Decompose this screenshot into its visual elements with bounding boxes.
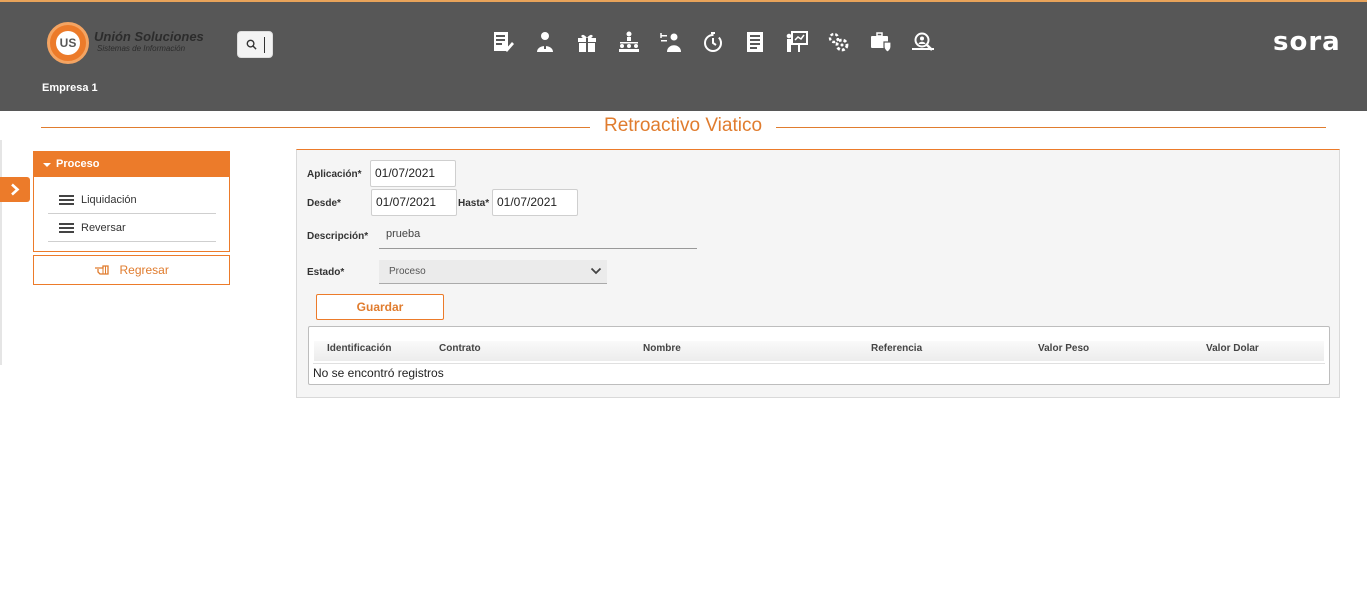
aplicacion-date-field[interactable]: 01/07/2021: [370, 160, 456, 187]
column-contrato[interactable]: Contrato: [439, 341, 481, 361]
estado-label: Estado*: [307, 267, 345, 278]
table-header: Identificación Contrato Nombre Referenci…: [314, 341, 1324, 361]
hasta-date-field[interactable]: 01/07/2021: [492, 189, 578, 216]
brand-logo: sora: [1273, 27, 1341, 57]
gift-icon[interactable]: [572, 28, 602, 56]
form-panel: Aplicación* 01/07/2021 Desde* 01/07/2021…: [296, 149, 1340, 398]
back-button-label: Regresar: [119, 263, 169, 277]
estado-select[interactable]: Proceso: [379, 260, 607, 284]
company-logo[interactable]: US Unión Soluciones Sistemas de Informac…: [47, 22, 207, 66]
pointing-hand-icon: [95, 265, 109, 275]
estado-selected-value: Proceso: [389, 266, 426, 277]
desde-date-field[interactable]: 01/07/2021: [371, 189, 457, 216]
column-nombre[interactable]: Nombre: [643, 341, 681, 361]
empty-table-message: No se encontró registros: [313, 363, 1325, 383]
page-title: Retroactivo Viatico: [603, 115, 763, 136]
hasta-label: Hasta*: [458, 198, 490, 209]
logo-subtitle: Sistemas de Información: [97, 44, 186, 53]
caret-down-icon: [43, 163, 51, 167]
list-icon: [59, 195, 74, 205]
column-valor-peso[interactable]: Valor Peso: [1038, 341, 1089, 361]
chevron-down-icon: [590, 267, 602, 275]
title-divider-left: [41, 127, 590, 128]
descripcion-field[interactable]: prueba: [379, 228, 697, 249]
list-icon: [59, 223, 74, 233]
desde-label: Desde*: [307, 198, 341, 209]
column-referencia[interactable]: Referencia: [871, 341, 922, 361]
org-chart-icon[interactable]: [614, 28, 644, 56]
menu-item-liquidacion[interactable]: Liquidación: [48, 186, 216, 214]
logo-title: Unión Soluciones: [94, 29, 204, 44]
process-menu: Proceso Liquidación Reversar: [33, 151, 230, 252]
top-bar: US Unión Soluciones Sistemas de Informac…: [0, 0, 1367, 111]
logo-badge: US: [47, 22, 89, 64]
document-list-icon[interactable]: [740, 28, 770, 56]
menu-item-label: Reversar: [81, 222, 126, 234]
menu-section-label: Proceso: [56, 158, 100, 170]
back-button[interactable]: Regresar: [33, 255, 230, 285]
company-name: Empresa 1: [42, 82, 98, 94]
menu-item-label: Liquidación: [81, 194, 137, 206]
timer-icon[interactable]: [698, 28, 728, 56]
results-table: Identificación Contrato Nombre Referenci…: [308, 326, 1330, 385]
person-switch-icon[interactable]: [656, 28, 686, 56]
sidebar-toggle-button[interactable]: [0, 177, 30, 202]
payroll-edit-icon[interactable]: [488, 28, 518, 56]
briefcase-shield-icon[interactable]: [866, 28, 896, 56]
descripcion-label: Descripción*: [307, 231, 369, 242]
sidebar-edge: [0, 140, 2, 365]
search-button[interactable]: [237, 31, 273, 58]
column-valor-dolar[interactable]: Valor Dolar: [1206, 341, 1259, 361]
presentation-icon[interactable]: [782, 28, 812, 56]
save-button[interactable]: Guardar: [316, 294, 444, 320]
title-divider-right: [776, 127, 1326, 128]
search-icon: [246, 39, 257, 50]
column-identificacion[interactable]: Identificación: [327, 341, 391, 361]
employee-icon[interactable]: [530, 28, 560, 56]
aplicacion-label: Aplicación*: [307, 169, 362, 180]
text-caret: [264, 37, 265, 53]
chevron-right-icon: [11, 183, 20, 196]
brand-text: sora: [1273, 27, 1341, 57]
search-person-icon[interactable]: [908, 28, 938, 56]
gears-icon[interactable]: [824, 28, 854, 56]
logo-mark: US: [56, 31, 80, 55]
module-toolbar: [488, 28, 938, 56]
menu-item-reversar[interactable]: Reversar: [48, 214, 216, 242]
menu-section-header[interactable]: Proceso: [34, 152, 229, 177]
